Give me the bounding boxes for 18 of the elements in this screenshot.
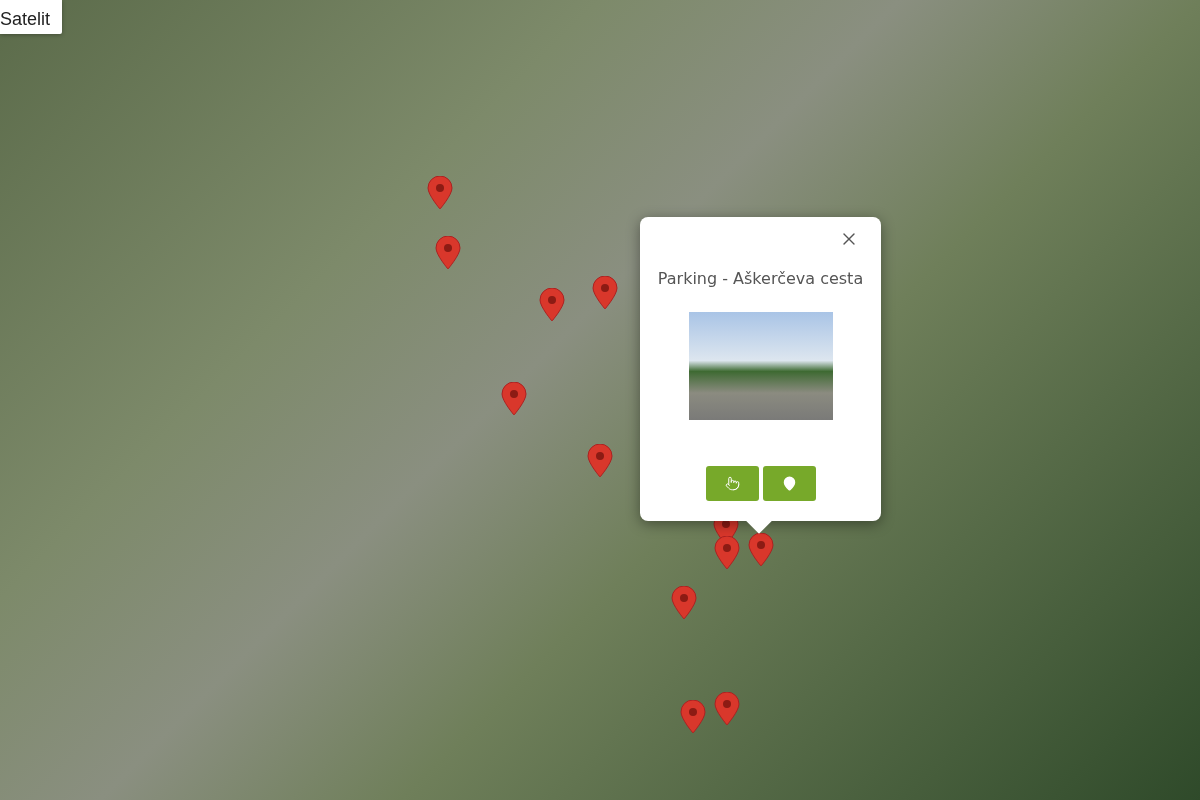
map-marker-icon[interactable] bbox=[539, 288, 565, 322]
map-marker-icon[interactable] bbox=[714, 536, 740, 570]
map-background[interactable] bbox=[0, 0, 1200, 800]
map-type-button[interactable]: Satelit bbox=[0, 0, 63, 34]
map-marker-icon[interactable] bbox=[680, 700, 706, 734]
map-marker-icon[interactable] bbox=[427, 176, 453, 210]
pointer-button[interactable] bbox=[705, 466, 759, 501]
map-marker-icon[interactable] bbox=[501, 382, 527, 416]
map-marker-icon[interactable] bbox=[592, 276, 618, 310]
pointer-hand-icon bbox=[724, 476, 740, 491]
location-button[interactable] bbox=[762, 466, 816, 501]
map-marker-icon[interactable] bbox=[435, 236, 461, 270]
map-marker-icon[interactable] bbox=[748, 533, 774, 567]
map-marker-icon[interactable] bbox=[587, 444, 613, 478]
map-marker-icon[interactable] bbox=[714, 692, 740, 726]
map-marker-icon[interactable] bbox=[671, 586, 697, 620]
map-pin-icon bbox=[781, 476, 797, 491]
popup-title: Parking - Aškerčeva cesta bbox=[657, 269, 864, 288]
